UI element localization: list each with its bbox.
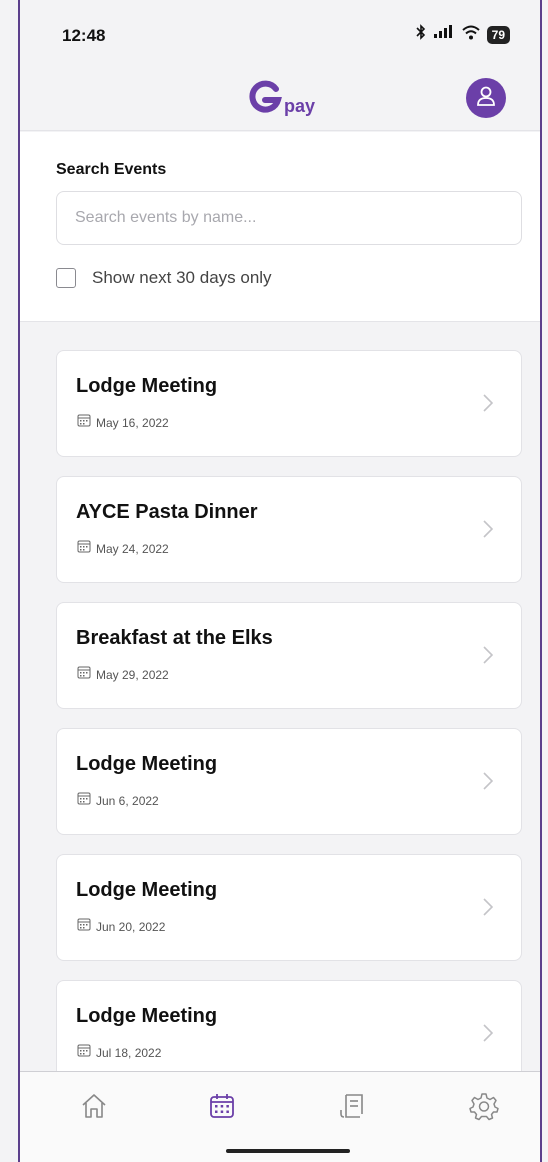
event-card[interactable]: AYCE Pasta Dinner May 24, 2022 — [56, 476, 522, 583]
nav-home[interactable] — [78, 1092, 110, 1124]
nav-events[interactable] — [206, 1092, 238, 1124]
settings-gear-icon — [469, 1091, 499, 1126]
calendar-icon — [77, 791, 91, 810]
gpay-logo: pay — [248, 80, 315, 119]
event-title: Lodge Meeting — [76, 753, 218, 775]
cellular-signal-icon — [433, 25, 455, 44]
event-card[interactable]: Lodge Meeting Jun 6, 2022 — [56, 728, 522, 835]
receipt-icon — [338, 1092, 366, 1125]
event-title: Breakfast at the Elks — [76, 627, 273, 649]
event-date: Jun 20, 2022 — [96, 919, 166, 934]
profile-avatar-button[interactable] — [466, 78, 506, 118]
home-icon — [80, 1092, 108, 1125]
status-bar: 12:48 79 — [20, 0, 540, 70]
chevron-right-icon — [483, 646, 494, 669]
calendar-icon — [77, 917, 91, 936]
calendar-icon — [208, 1092, 236, 1125]
event-date-row: Jul 18, 2022 — [77, 1043, 161, 1062]
home-indicator[interactable] — [226, 1149, 350, 1153]
phone-screen: 12:48 79 pay Search Events Search events… — [18, 0, 542, 1162]
event-date-row: May 16, 2022 — [77, 413, 169, 432]
event-list: Lodge Meeting May 16, 2022 AYCE Pasta Di… — [56, 350, 522, 1106]
next-30-days-label: Show next 30 days only — [92, 268, 272, 287]
event-card[interactable]: Breakfast at the Elks May 29, 2022 — [56, 602, 522, 709]
search-input[interactable] — [56, 191, 522, 245]
status-time: 12:48 — [62, 26, 106, 45]
event-date: Jun 6, 2022 — [96, 793, 159, 808]
next-30-days-filter[interactable]: Show next 30 days only — [56, 268, 272, 288]
bluetooth-icon — [415, 24, 427, 45]
nav-settings[interactable] — [468, 1092, 500, 1124]
chevron-right-icon — [483, 520, 494, 543]
event-card[interactable]: Lodge Meeting Jun 20, 2022 — [56, 854, 522, 961]
event-date: May 29, 2022 — [96, 667, 169, 682]
calendar-icon — [77, 665, 91, 684]
calendar-icon — [77, 1043, 91, 1062]
calendar-icon — [77, 413, 91, 432]
user-profile-icon — [475, 85, 497, 112]
event-date-row: May 24, 2022 — [77, 539, 169, 558]
event-date-row: Jun 20, 2022 — [77, 917, 165, 936]
wifi-icon — [461, 25, 481, 45]
logo-g-icon — [248, 80, 282, 119]
nav-receipts[interactable] — [336, 1092, 368, 1124]
logo-text: pay — [284, 96, 316, 116]
event-card[interactable]: Lodge Meeting May 16, 2022 — [56, 350, 522, 457]
app-header: pay — [20, 70, 540, 131]
event-date: Jul 18, 2022 — [96, 1045, 162, 1060]
event-title: Lodge Meeting — [76, 375, 218, 397]
event-date: May 16, 2022 — [96, 415, 169, 430]
chevron-right-icon — [483, 898, 494, 921]
event-date-row: Jun 6, 2022 — [77, 791, 159, 810]
event-title: AYCE Pasta Dinner — [76, 501, 258, 523]
bottom-nav — [20, 1071, 540, 1162]
search-panel: Search Events Show next 30 days only — [20, 132, 540, 322]
chevron-right-icon — [483, 394, 494, 417]
event-date: May 24, 2022 — [96, 541, 169, 556]
chevron-right-icon — [483, 772, 494, 795]
event-title: Lodge Meeting — [76, 879, 218, 901]
event-date-row: May 29, 2022 — [77, 665, 169, 684]
battery-indicator: 79 — [486, 25, 510, 44]
calendar-icon — [77, 539, 91, 558]
status-icons: 79 — [415, 24, 510, 45]
next-30-days-checkbox[interactable] — [56, 268, 76, 288]
event-title: Lodge Meeting — [76, 1005, 218, 1027]
chevron-right-icon — [483, 1024, 494, 1047]
search-events-label: Search Events — [56, 161, 167, 178]
